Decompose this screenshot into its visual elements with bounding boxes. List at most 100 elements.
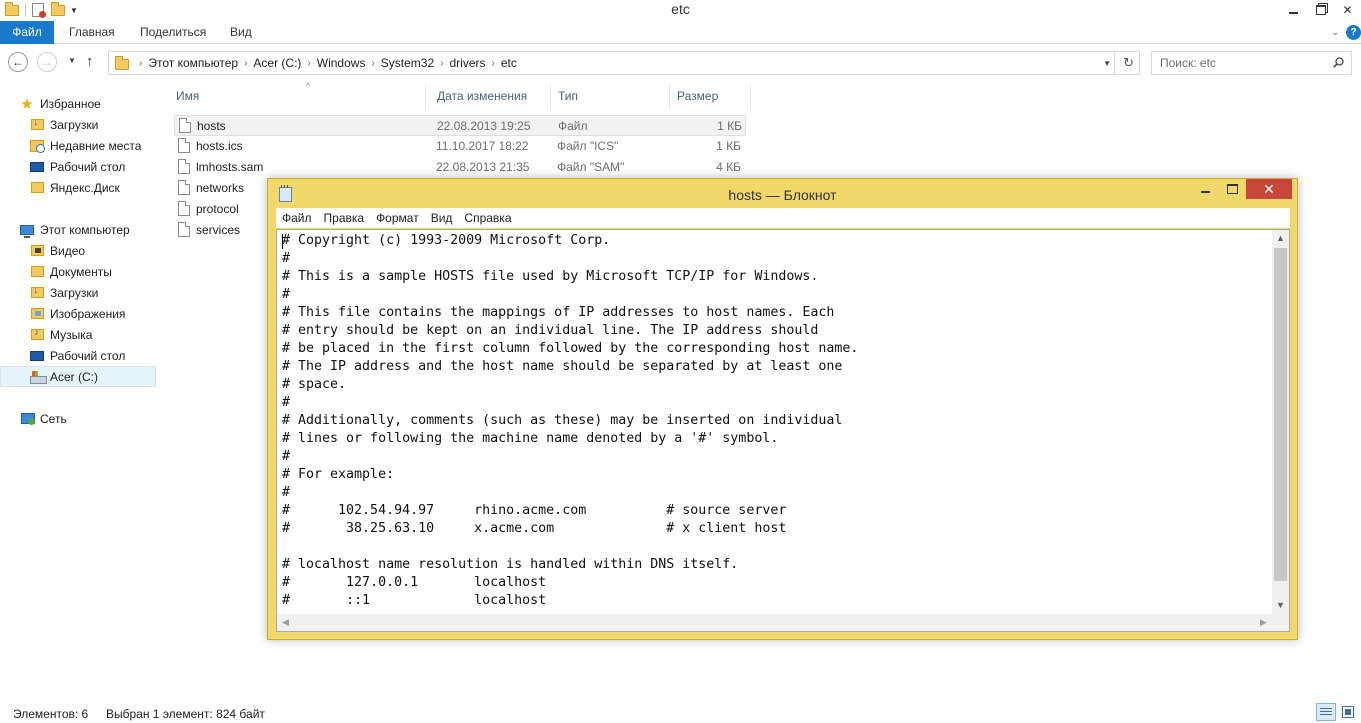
nav-item-label: Яндекс.Диск — [50, 180, 120, 195]
file-row-hosts-ics[interactable]: hosts.ics 11.10.2017 18:22 Файл "ICS" 1 … — [174, 136, 746, 157]
recent-locations-chevron-icon[interactable]: ▼ — [68, 56, 76, 65]
column-header-name[interactable]: Имя ^ — [170, 81, 426, 109]
text-line: # — [282, 395, 291, 410]
breadcrumb-system32[interactable]: System32 — [381, 56, 434, 70]
drive-icon — [29, 369, 47, 385]
scroll-down-icon[interactable]: ▼ — [1272, 597, 1289, 614]
breadcrumb-this-pc[interactable]: Этот компьютер — [148, 56, 238, 70]
nav-network-label: Сеть — [40, 411, 67, 426]
yandex-disk-folder-icon — [29, 180, 45, 196]
search-input[interactable] — [1160, 56, 1330, 70]
text-line: # ::1 localhost — [282, 593, 547, 608]
notepad-text-content[interactable]: # Copyright (c) 1993-2009 Microsoft Corp… — [282, 232, 1267, 612]
notepad-titlebar[interactable]: hosts — Блокнот ✕ — [268, 179, 1297, 208]
notepad-maximize-button[interactable] — [1219, 179, 1246, 199]
search-icon[interactable] — [1333, 57, 1344, 68]
nav-this-pc[interactable]: Этот компьютер — [19, 219, 175, 240]
text-caret — [282, 234, 283, 249]
nav-item-drive-c[interactable]: Acer (C:) — [0, 366, 156, 387]
explorer-window-controls: ✕ — [1280, 0, 1361, 20]
address-row: ← → ▼ ↑ › Этот компьютер › Acer (C:) › W… — [0, 44, 1361, 80]
menu-file[interactable]: Файл — [276, 211, 318, 225]
breadcrumb-etc[interactable]: etc — [501, 56, 517, 70]
menu-help[interactable]: Справка — [458, 211, 517, 225]
text-line: # — [282, 449, 291, 464]
breadcrumb-chevron-icon[interactable]: › — [139, 58, 142, 69]
nav-favorites-label: Избранное — [40, 96, 101, 111]
text-line: # localhost name resolution is handled w… — [282, 557, 739, 572]
text-line: # lines or following the machine name de… — [282, 431, 779, 446]
explorer-maximize-button[interactable] — [1307, 0, 1334, 20]
large-icons-view-icon[interactable] — [1338, 703, 1358, 721]
music-folder-icon — [29, 327, 45, 343]
document-icon — [178, 201, 190, 216]
file-row-networks[interactable]: networks — [174, 178, 274, 199]
breadcrumb-chevron-icon[interactable]: › — [440, 58, 443, 69]
videos-folder-icon — [29, 243, 45, 259]
details-view-icon[interactable] — [1316, 703, 1336, 721]
nav-item-label: Документы — [50, 264, 112, 279]
explorer-minimize-button[interactable] — [1280, 0, 1307, 20]
sort-ascending-icon: ^ — [306, 81, 311, 91]
menu-format[interactable]: Формат — [370, 211, 425, 225]
text-line: # entry should be kept on an individual … — [282, 323, 819, 338]
notepad-close-button[interactable]: ✕ — [1246, 179, 1292, 199]
explorer-close-button[interactable]: ✕ — [1334, 0, 1361, 20]
breadcrumb-drive-c[interactable]: Acer (C:) — [253, 56, 301, 70]
nav-this-pc-label: Этот компьютер — [40, 222, 130, 237]
notepad-minimize-button[interactable] — [1192, 179, 1219, 199]
scroll-right-icon[interactable]: ▶ — [1255, 614, 1272, 631]
scroll-up-icon[interactable]: ▲ — [1272, 230, 1289, 247]
tab-share[interactable]: Поделиться — [140, 21, 206, 44]
tab-home[interactable]: Главная — [69, 21, 115, 44]
menu-edit[interactable]: Правка — [318, 211, 371, 225]
breadcrumb-chevron-icon[interactable]: › — [371, 58, 374, 69]
text-line: # The IP address and the host name shoul… — [282, 359, 843, 374]
forward-button[interactable]: → — [37, 52, 57, 72]
explorer-titlebar: ▼ etc ✕ — [0, 0, 1361, 20]
file-row-protocol[interactable]: protocol — [174, 199, 274, 220]
vertical-scroll-thumb[interactable] — [1274, 248, 1287, 581]
menu-view[interactable]: Вид — [425, 211, 459, 225]
file-row-lmhosts-sam[interactable]: lmhosts.sam 22.08.2013 21:35 Файл "SAM" … — [174, 157, 746, 178]
expand-ribbon-chevron-icon[interactable]: ⌄ — [1331, 27, 1339, 38]
breadcrumb-drivers[interactable]: drivers — [450, 56, 486, 70]
breadcrumb-chevron-icon[interactable]: › — [244, 58, 247, 69]
search-box[interactable] — [1151, 51, 1352, 75]
column-header-type[interactable]: Тип — [552, 84, 670, 109]
file-row-hosts[interactable]: hosts 22.08.2013 19:25 Файл 1 КБ — [174, 115, 746, 136]
tab-view[interactable]: Вид — [230, 21, 252, 44]
notepad-text-area[interactable]: # Copyright (c) 1993-2009 Microsoft Corp… — [276, 229, 1290, 632]
column-header-size[interactable]: Размер — [671, 84, 751, 109]
address-bar[interactable]: › Этот компьютер › Acer (C:) › Windows ›… — [108, 51, 1140, 75]
address-history-chevron-icon[interactable]: ▼ — [1103, 59, 1111, 68]
vertical-scrollbar[interactable]: ▲ ▼ — [1272, 230, 1289, 614]
nav-item-label: Недавние места — [50, 138, 142, 153]
text-line: # Copyright (c) 1993-2009 Microsoft Corp… — [282, 233, 611, 248]
status-item-count: Элементов: 6 — [13, 707, 89, 721]
up-button[interactable]: ↑ — [86, 53, 94, 70]
nav-item-label: Музыка — [50, 327, 93, 342]
explorer-window-title: etc — [671, 1, 690, 17]
help-icon[interactable]: ? — [1346, 25, 1361, 40]
scroll-left-icon[interactable]: ◀ — [277, 614, 294, 631]
text-line: # Additionally, comments (such as these)… — [282, 413, 843, 428]
nav-network[interactable]: Сеть — [19, 408, 175, 429]
computer-icon — [19, 222, 35, 238]
file-row-services[interactable]: services — [174, 220, 274, 241]
downloads-folder-icon — [29, 117, 45, 133]
navigation-pane: ★ Избранное Загрузки Недавние места Рабо… — [0, 84, 160, 700]
breadcrumb-chevron-icon[interactable]: › — [307, 58, 310, 69]
nav-item-label: Изображения — [50, 306, 126, 321]
refresh-icon[interactable]: ↻ — [1123, 55, 1134, 71]
breadcrumb-chevron-icon[interactable]: › — [492, 58, 495, 69]
back-button[interactable]: ← — [8, 52, 28, 72]
tab-file[interactable]: Файл — [0, 21, 54, 44]
star-icon: ★ — [20, 95, 34, 113]
nav-favorites[interactable]: ★ Избранное — [19, 93, 175, 114]
breadcrumb-windows[interactable]: Windows — [317, 56, 366, 70]
nav-item-label: Рабочий стол — [50, 348, 126, 363]
column-header-date[interactable]: Дата изменения — [431, 84, 551, 109]
horizontal-scrollbar[interactable]: ◀ ▶ — [277, 614, 1272, 631]
address-folder-icon — [115, 56, 129, 70]
